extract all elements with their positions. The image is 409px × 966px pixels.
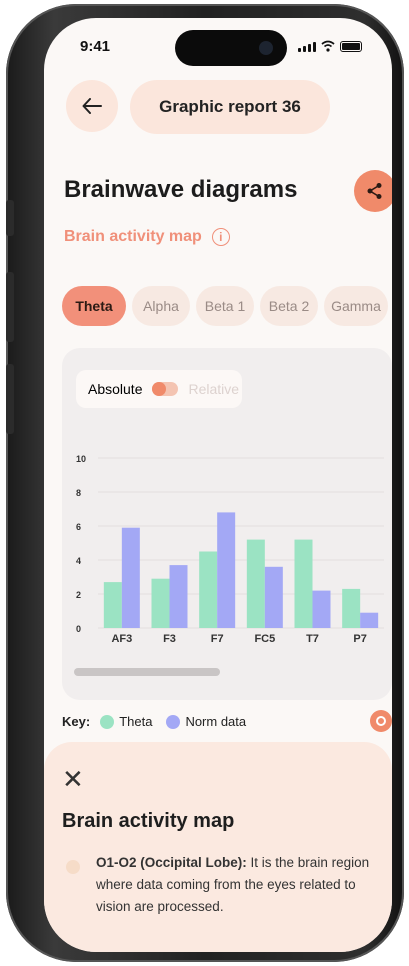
share-button[interactable] [354, 170, 392, 212]
band-tabs: Theta Alpha Beta 1 Beta 2 Gamma [62, 286, 388, 326]
bar-norm [360, 612, 379, 628]
page-title: Brainwave diagrams [64, 176, 298, 203]
bar-chart: 0 2 4 6 8 10 AF3 F3 F7 FC5 T7 P7 [76, 454, 384, 645]
bar-norm [312, 590, 331, 628]
battery-icon [340, 41, 362, 52]
bullet-icon [66, 860, 80, 874]
bar-norm [169, 565, 188, 628]
y-tick-label: 8 [76, 488, 81, 498]
mute-switch [6, 200, 14, 236]
bar-theta [199, 551, 218, 628]
legend-label-theta: Theta [119, 714, 153, 729]
section-subtitle: Brain activity map i [64, 228, 230, 246]
mode-toggle[interactable]: Absolute Relative [76, 370, 242, 408]
chart-scrollbar[interactable] [74, 668, 220, 676]
legend-item-theta: Theta [100, 714, 152, 729]
target-icon[interactable] [370, 710, 392, 732]
legend-item-norm: Norm data [166, 714, 246, 729]
y-tick-label: 10 [76, 454, 86, 464]
volume-up-button [6, 272, 14, 342]
dynamic-island [175, 30, 287, 66]
bar-theta [151, 578, 170, 628]
phone-frame: 9:41 Graphic report 36 Brainwave diagram… [6, 4, 404, 962]
legend-label-norm: Norm data [185, 714, 247, 729]
bar-norm [121, 527, 140, 628]
toggle-absolute-label: Absolute [88, 381, 143, 397]
bar-theta [246, 539, 265, 628]
camera-icon [259, 41, 273, 55]
y-tick-label: 6 [76, 522, 81, 532]
x-tick-label: F3 [163, 633, 176, 645]
legend-swatch-norm [166, 714, 181, 729]
x-tick-label: AF3 [111, 633, 132, 645]
chart-legend: Key: Theta Norm data [62, 714, 254, 729]
arrow-left-icon [82, 98, 102, 114]
sheet-title: Brain activity map [62, 810, 235, 832]
wifi-icon [321, 40, 335, 52]
legend-key-label: Key: [62, 714, 91, 729]
sheet-description: O1-O2 (Occipital Lobe): It is the brain … [96, 852, 372, 918]
x-tick-label: F7 [211, 633, 224, 645]
tab-beta-2[interactable]: Beta 2 [260, 286, 318, 326]
tab-theta[interactable]: Theta [62, 286, 126, 326]
y-tick-label: 0 [76, 624, 81, 634]
bar-norm [217, 512, 236, 628]
x-tick-label: P7 [353, 633, 366, 645]
status-icons [298, 40, 362, 52]
close-icon[interactable]: ✕ [62, 764, 84, 795]
y-tick-label: 4 [76, 556, 81, 566]
bar-theta [294, 539, 313, 628]
tab-gamma[interactable]: Gamma [324, 286, 388, 326]
toggle-switch[interactable] [152, 382, 179, 396]
bar-norm [264, 566, 283, 628]
subtitle-label: Brain activity map [64, 228, 202, 245]
app-screen: 9:41 Graphic report 36 Brainwave diagram… [44, 18, 392, 952]
y-tick-label: 2 [76, 590, 81, 600]
legend-swatch-theta [100, 714, 115, 729]
toggle-relative-label: Relative [188, 381, 240, 397]
signal-icon [298, 42, 316, 52]
back-button[interactable] [66, 80, 118, 132]
region-label: O1-O2 (Occipital Lobe): [96, 855, 247, 870]
chart-card: Absolute Relative 0 2 4 6 8 10 AF3 F3 F7 FC5 T7 P7 [62, 348, 392, 700]
tab-beta-1[interactable]: Beta 1 [196, 286, 254, 326]
report-title: Graphic report 36 [130, 80, 330, 134]
info-icon[interactable]: i [211, 228, 230, 246]
bottom-sheet: ✕ Brain activity map O1-O2 (Occipital Lo… [44, 742, 392, 952]
volume-down-button [6, 364, 14, 434]
x-tick-label: T7 [306, 633, 319, 645]
status-time: 9:41 [80, 38, 111, 55]
bar-theta [342, 588, 361, 628]
x-tick-label: FC5 [254, 633, 275, 645]
share-icon [367, 183, 382, 199]
bar-theta [103, 582, 122, 628]
tab-alpha[interactable]: Alpha [132, 286, 190, 326]
